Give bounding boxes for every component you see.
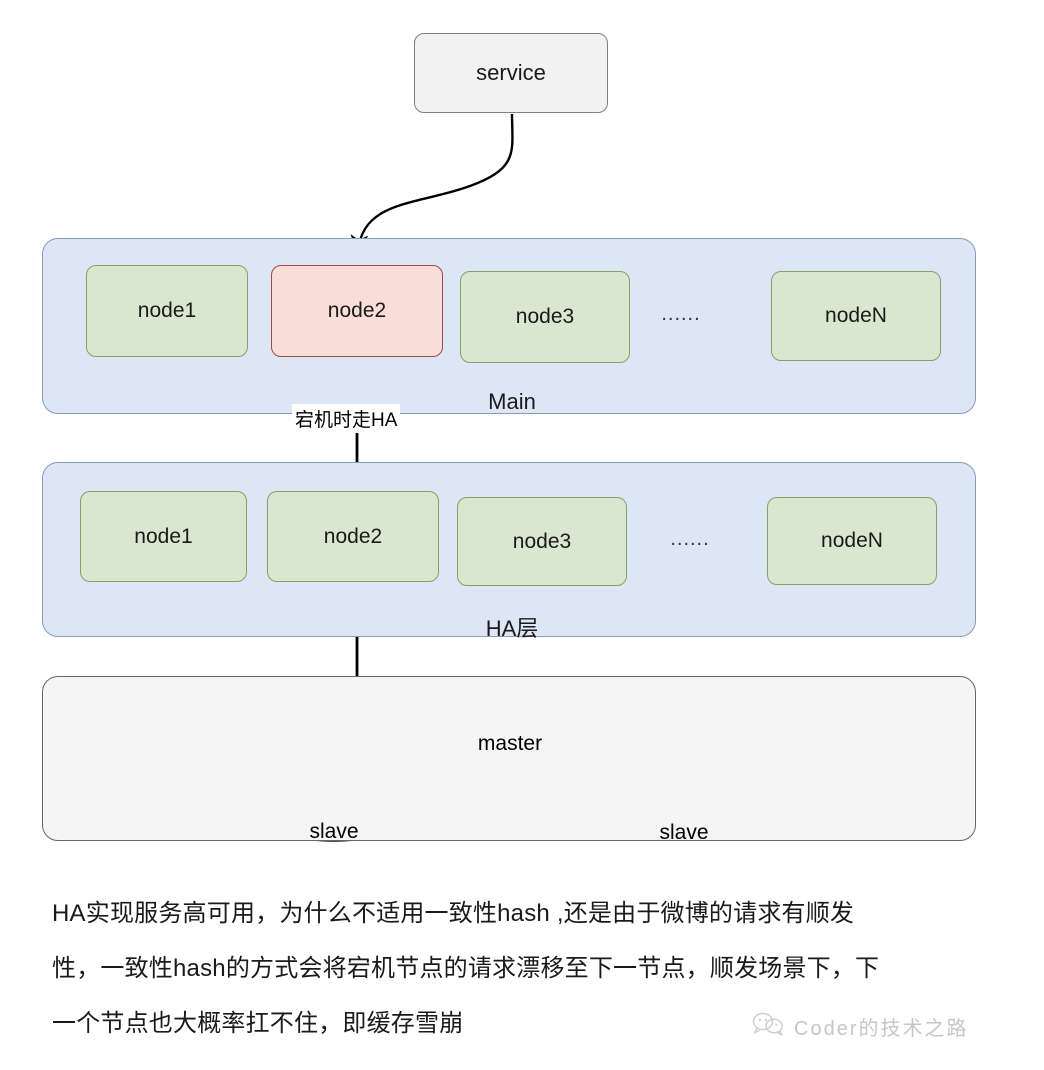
storage-container[interactable] <box>42 676 976 841</box>
ha-layer-label: HA层 <box>485 616 539 641</box>
edge-label-down-to-ha: 宕机时走HA <box>292 404 401 433</box>
ha-node-3[interactable]: node3 <box>457 497 627 586</box>
ha-node-1-label: node1 <box>134 524 193 548</box>
main-node-1[interactable]: node1 <box>86 265 248 357</box>
ha-node-n-label: nodeN <box>821 529 883 552</box>
ha-layer-ellipsis: ...... <box>670 528 710 550</box>
watermark: Coder的技术之路 <box>752 1012 968 1041</box>
main-node-3-label: node3 <box>515 305 575 328</box>
main-node-1-label: node1 <box>137 299 197 322</box>
main-node-3[interactable]: node3 <box>460 271 630 363</box>
caption-line-1: HA实现服务高可用，为什么不适用一致性hash ,还是由于微博的请求有顺发 <box>52 900 855 927</box>
service-label: service <box>476 60 546 85</box>
service-box[interactable]: service <box>414 33 608 113</box>
ha-node-n[interactable]: nodeN <box>767 497 937 585</box>
main-node-2-label: node2 <box>327 299 387 322</box>
ha-node-3-label: node3 <box>512 529 572 553</box>
main-node-n-label: nodeN <box>825 304 887 327</box>
main-layer-ellipsis: ...... <box>661 303 701 325</box>
caption-line-2: 性，一致性hash的方式会将宕机节点的请求漂移至下一节点，顺发场景下，下 <box>52 955 880 982</box>
arrow-service-to-node2 <box>350 113 514 255</box>
ha-node-1[interactable]: node1 <box>80 491 247 582</box>
ha-node-2[interactable]: node2 <box>267 491 439 582</box>
wechat-icon <box>752 1012 786 1041</box>
watermark-text: Coder的技术之路 <box>794 1018 969 1040</box>
main-layer-label: Main <box>488 389 536 414</box>
main-node-n[interactable]: nodeN <box>771 271 941 361</box>
ha-node-2-label: node2 <box>323 524 383 548</box>
main-node-2[interactable]: node2 <box>271 265 443 357</box>
